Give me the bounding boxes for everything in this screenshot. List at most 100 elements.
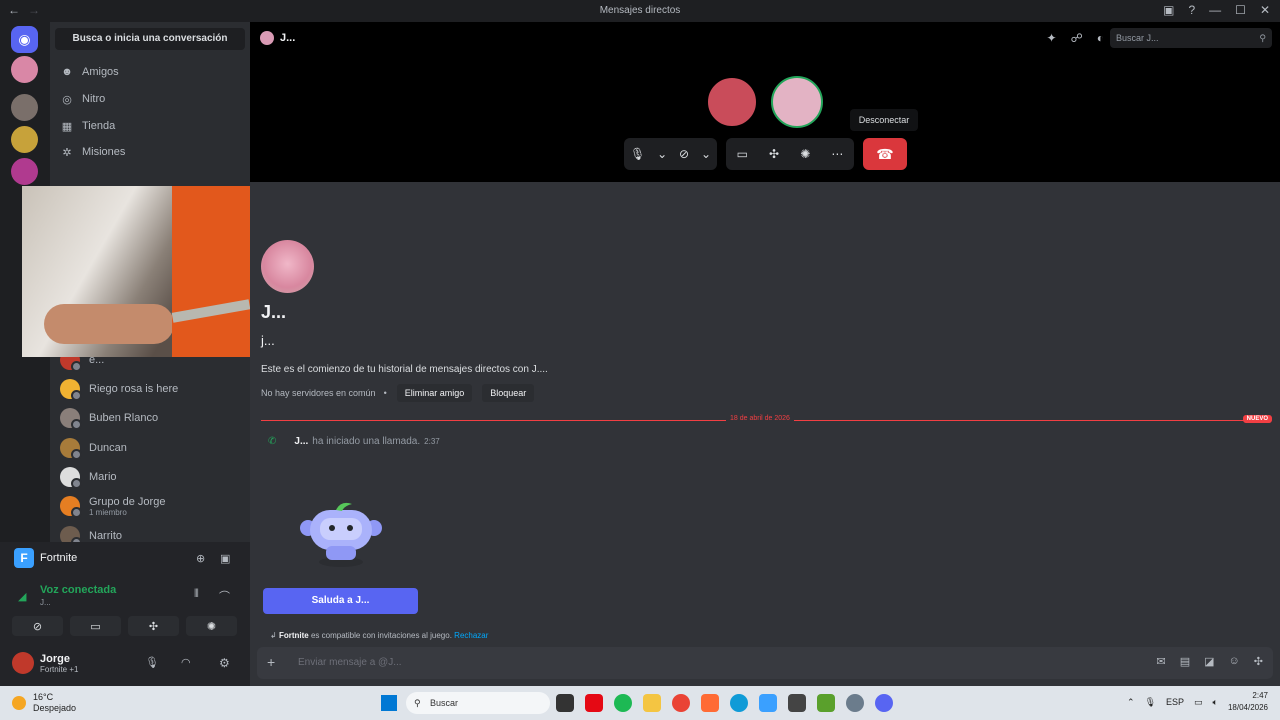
system-tray: ⌃ 🎙︎ ESP ▭ 🔈︎ 2:47 18/04/2026 — [1127, 690, 1268, 714]
guild-icon[interactable] — [11, 94, 38, 121]
user-panel[interactable]: Jorge Fortnite +1 — [12, 652, 78, 674]
more-icon[interactable]: ⋯ — [831, 147, 843, 161]
camera-off-button[interactable]: ⊘ — [12, 616, 63, 636]
fortnite-icon[interactable] — [759, 694, 777, 712]
gif-icon[interactable]: ▤ — [1180, 655, 1190, 668]
message-composer[interactable]: + Enviar mensaje a @J... ✉ ▤ ◪ ☺ ✣ — [257, 647, 1273, 679]
camera-feed-arm — [44, 304, 174, 344]
mic-icon[interactable]: 🎙︎ — [630, 147, 645, 161]
netflix-icon[interactable] — [585, 694, 603, 712]
remove-friend-button[interactable]: Eliminar amigo — [396, 384, 473, 402]
invite-icon[interactable]: ⊕ — [196, 552, 205, 565]
taskbar-search[interactable]: ⚲ Buscar — [406, 692, 550, 714]
weather-temp: 16°C — [33, 692, 54, 702]
home-button[interactable]: ◉ — [11, 26, 38, 53]
app-icon[interactable] — [788, 694, 806, 712]
block-button[interactable]: Bloquear — [482, 384, 535, 402]
screen-share-button[interactable]: ▭ — [70, 616, 121, 636]
weather-widget[interactable]: 16°C Despejado — [12, 692, 76, 714]
activities-button[interactable]: ✣ — [128, 616, 179, 636]
dm-name: Duncan — [89, 442, 127, 454]
camera-feed-vest — [172, 186, 250, 357]
dm-item[interactable]: Mario — [60, 463, 245, 491]
mic-tray-icon[interactable]: 🎙︎ — [1145, 697, 1156, 708]
folder-icon[interactable] — [643, 694, 661, 712]
spotify-icon[interactable] — [614, 694, 632, 712]
headset-icon[interactable]: ◠ — [181, 656, 191, 669]
chevron-down-icon[interactable]: ⌄ — [657, 147, 667, 161]
activity-controls: ▭ ✣ ✺ ⋯ — [726, 138, 854, 170]
sidebar-item-friends[interactable]: ☻ Amigos — [60, 60, 240, 84]
language-indicator[interactable]: ESP — [1166, 697, 1184, 707]
gift-icon[interactable]: ✉ — [1157, 655, 1166, 668]
chevron-down-icon[interactable]: ⌄ — [701, 147, 711, 161]
app-icon[interactable] — [817, 694, 835, 712]
dm-avatar[interactable] — [261, 240, 314, 293]
profile-icon[interactable]: ◐ — [1097, 31, 1104, 45]
apps-icon[interactable]: ✣ — [1254, 655, 1263, 668]
emoji-icon[interactable]: ☺ — [1229, 655, 1240, 668]
windows-taskbar: 16°C Despejado ⚲ Buscar ⌃ 🎙︎ ESP ▭ 🔈︎ 2:47… — [0, 686, 1280, 720]
settings-icon[interactable] — [846, 694, 864, 712]
activities-icon[interactable]: ✣ — [769, 147, 779, 161]
dm-item[interactable]: Buben Rlanco — [60, 404, 245, 432]
gear-icon[interactable]: ⚙ — [219, 656, 230, 670]
sticker-icon[interactable]: ◪ — [1204, 655, 1214, 668]
activity-settings-icon[interactable]: ▣ — [220, 552, 230, 565]
inbox-icon[interactable]: ▣ — [1163, 3, 1174, 17]
participant-avatar-speaking[interactable] — [771, 76, 823, 128]
participant-avatar[interactable] — [706, 76, 758, 128]
camera-preview[interactable] — [22, 186, 250, 357]
soundboard-icon[interactable]: ✺ — [800, 147, 810, 161]
search-icon: ⚲ — [1259, 33, 1266, 43]
voice-connected-label[interactable]: Voz conectada — [40, 584, 116, 596]
compat-game: Fortnite — [278, 631, 309, 640]
compat-text: es compatible con invitaciones al juego. — [310, 631, 452, 640]
signal-icon[interactable]: ◢ — [18, 590, 26, 603]
network-icon[interactable]: ▭ — [1194, 697, 1203, 708]
clock[interactable]: 2:47 18/04/2026 — [1228, 690, 1268, 714]
mic-icon[interactable]: 🎙︎ — [145, 656, 159, 669]
help-icon[interactable]: ? — [1188, 3, 1195, 17]
wave-button[interactable]: Saluda a J... — [263, 588, 418, 614]
app-icon[interactable] — [556, 694, 574, 712]
chevron-up-icon[interactable]: ⌃ — [1127, 697, 1135, 708]
noise-suppression-icon[interactable]: ⦀ — [194, 588, 199, 601]
disconnect-button[interactable]: ☎ — [863, 138, 907, 170]
sidebar-item-nitro[interactable]: ◎ Nitro — [60, 87, 240, 111]
close-button[interactable]: ✕ — [1260, 3, 1270, 17]
dm-name: Mario — [89, 471, 117, 483]
avatar — [260, 31, 274, 45]
sidebar-item-quests[interactable]: ✲ Misiones — [60, 140, 240, 164]
soundboard-button[interactable]: ✺ — [186, 616, 237, 636]
guild-icon[interactable] — [11, 158, 38, 185]
avatar — [60, 438, 82, 460]
guild-icon[interactable] — [11, 56, 38, 83]
sidebar-item-shop[interactable]: ▦ Tienda — [60, 114, 240, 138]
disconnect-icon[interactable]: ⌒ — [219, 588, 230, 604]
add-friend-icon[interactable]: ☍ — [1071, 31, 1083, 45]
shop-icon: ▦ — [61, 120, 73, 133]
app-icon[interactable] — [701, 694, 719, 712]
dm-item[interactable]: Grupo de Jorge 1 miembro — [60, 492, 245, 520]
minimize-button[interactable]: — — [1209, 3, 1221, 17]
volume-icon[interactable]: 🔈︎ — [1213, 697, 1218, 708]
attach-plus-icon[interactable]: + — [267, 654, 275, 670]
chrome-icon[interactable] — [672, 694, 690, 712]
call-author[interactable]: J... — [294, 436, 308, 447]
find-conversation-button[interactable]: Busca o inicia una conversación — [55, 28, 245, 50]
pin-icon[interactable]: ✦ — [1047, 31, 1057, 45]
screen-share-icon[interactable]: ▭ — [737, 147, 748, 161]
discord-icon[interactable] — [875, 694, 893, 712]
reject-link[interactable]: Rechazar — [454, 631, 488, 640]
maximize-button[interactable]: ☐ — [1235, 3, 1246, 17]
taskbar-apps — [556, 694, 893, 712]
camera-off-icon[interactable]: ⊘ — [679, 147, 689, 161]
dm-item[interactable]: Duncan — [60, 434, 245, 462]
search-input[interactable]: Buscar J... ⚲ — [1110, 28, 1272, 48]
dm-item[interactable]: Riego rosa is here — [60, 375, 245, 403]
start-icon[interactable] — [381, 695, 397, 711]
call-system-message: ✆ J... ha iniciado una llamada. 2:37 — [268, 436, 440, 447]
edge-icon[interactable] — [730, 694, 748, 712]
guild-icon[interactable] — [11, 126, 38, 153]
